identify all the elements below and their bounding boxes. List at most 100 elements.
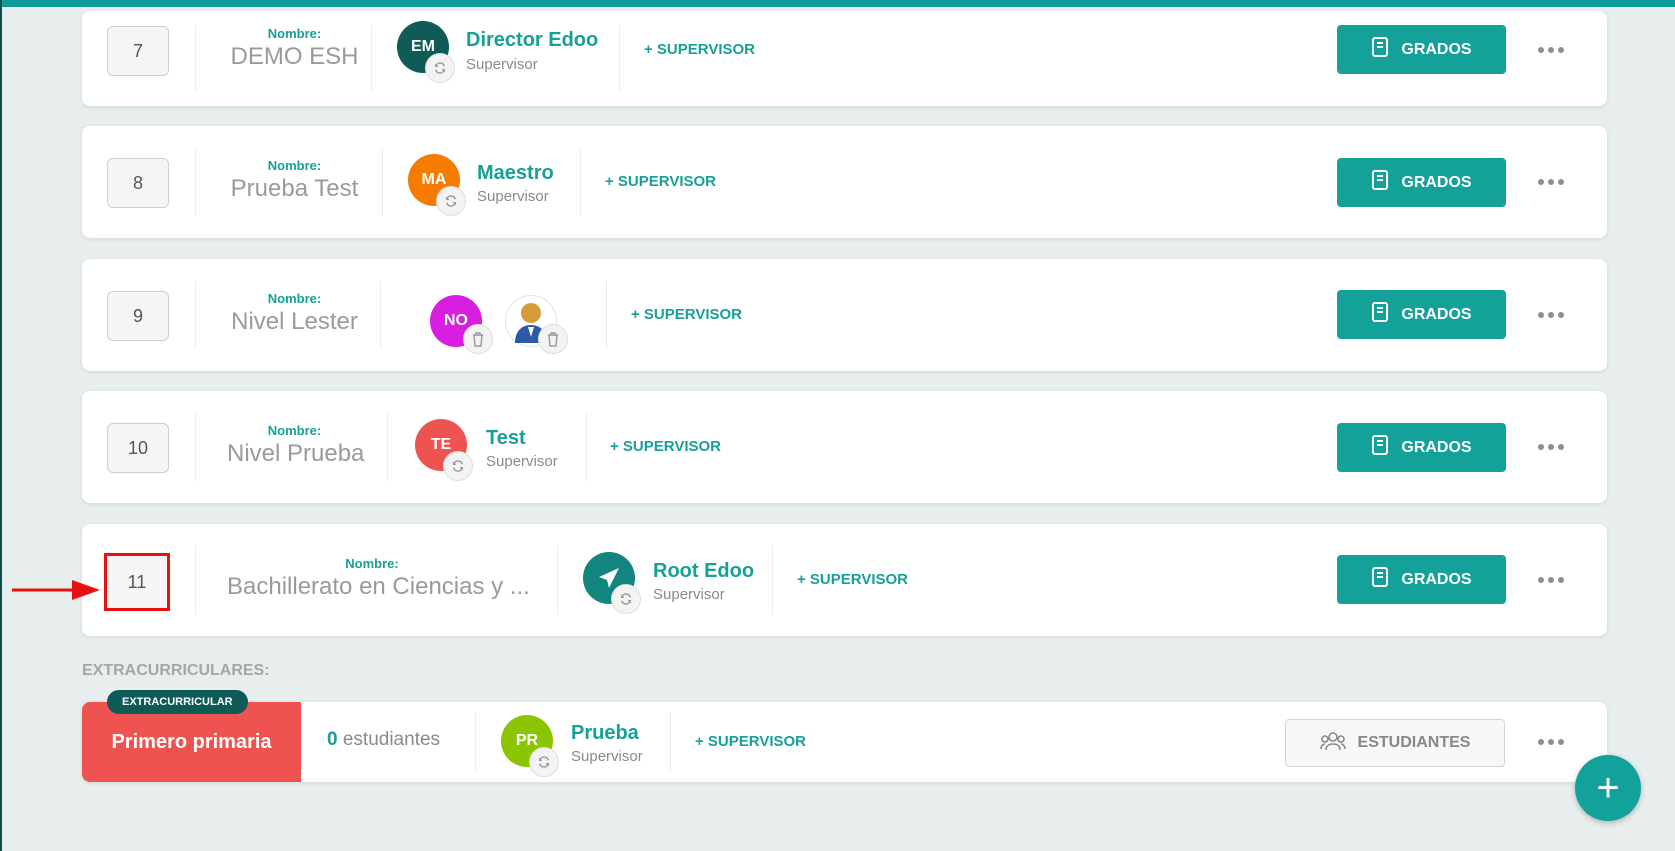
divider — [195, 26, 196, 91]
grados-label: GRADOS — [1401, 570, 1472, 588]
level-name[interactable]: Prueba Test — [227, 175, 362, 203]
level-name-block: Nombre: DEMO ESH — [227, 26, 362, 71]
supervisor-role: Supervisor — [571, 748, 643, 765]
annotation-arrow-icon — [12, 580, 100, 600]
level-name-block: Nombre: Bachillerato en Ciencias y ... — [227, 556, 530, 601]
trash-icon[interactable] — [538, 324, 568, 354]
grados-button[interactable]: GRADOS — [1337, 555, 1506, 604]
sync-icon[interactable] — [611, 584, 641, 614]
divider — [670, 712, 671, 772]
order-field[interactable]: 10 — [107, 423, 169, 473]
level-name[interactable]: DEMO ESH — [227, 43, 362, 71]
supervisor-role: Supervisor — [486, 453, 558, 470]
estudiantes-label: ESTUDIANTES — [1357, 734, 1471, 751]
grados-button[interactable]: GRADOS — [1337, 290, 1506, 339]
divider — [195, 148, 196, 216]
extracurricular-card: Primero primaria EXTRACURRICULAR 0 estud… — [82, 690, 1607, 782]
level-card-8: 8 Nombre: Prueba Test MA Maestro Supervi… — [82, 126, 1607, 238]
divider — [195, 281, 196, 349]
sync-icon[interactable] — [443, 451, 473, 481]
level-name-block: Nombre: Nivel Lester — [227, 291, 362, 336]
more-icon[interactable] — [1538, 45, 1568, 55]
top-bar — [2, 0, 1675, 7]
sync-icon[interactable] — [436, 186, 466, 216]
group-icon — [1319, 731, 1346, 756]
more-icon[interactable] — [1538, 177, 1568, 187]
name-label: Nombre: — [267, 423, 322, 438]
order-field[interactable]: 9 — [107, 291, 169, 341]
name-label: Nombre: — [345, 556, 399, 571]
estudiantes-button[interactable]: ESTUDIANTES — [1285, 719, 1505, 767]
name-label: Nombre: — [267, 158, 322, 173]
supervisor-name[interactable]: Test — [486, 427, 526, 450]
divider — [195, 413, 196, 481]
add-supervisor-button[interactable]: + SUPERVISOR — [797, 571, 908, 588]
supervisor-role: Supervisor — [477, 188, 549, 205]
level-name-block: Nombre: Nivel Prueba — [227, 423, 364, 468]
add-supervisor-button[interactable]: + SUPERVISOR — [644, 41, 755, 58]
level-name[interactable]: Nivel Prueba — [227, 440, 364, 468]
sync-icon[interactable] — [425, 53, 455, 83]
order-field[interactable]: 8 — [107, 158, 169, 208]
divider — [195, 546, 196, 614]
add-fab-button[interactable]: + — [1575, 755, 1641, 821]
trash-icon[interactable] — [463, 324, 493, 354]
grados-label: GRADOS — [1401, 305, 1472, 323]
supervisor-role: Supervisor — [653, 586, 725, 603]
divider — [371, 26, 372, 91]
student-count: 0 estudiantes — [327, 729, 440, 751]
divider — [380, 281, 381, 349]
more-icon[interactable] — [1538, 575, 1568, 585]
supervisor-name[interactable]: Prueba — [571, 722, 639, 745]
divider — [382, 148, 383, 216]
supervisor-name[interactable]: Root Edoo — [653, 560, 754, 583]
grados-button[interactable]: GRADOS — [1337, 25, 1506, 74]
section-title-extracurriculares: EXTRACURRICULARES: — [82, 662, 270, 679]
add-supervisor-button[interactable]: + SUPERVISOR — [605, 173, 716, 190]
divider — [387, 413, 388, 481]
divider — [475, 712, 476, 772]
grados-label: GRADOS — [1401, 438, 1472, 456]
level-card-11: 11 Nombre: Bachillerato en Ciencias y ..… — [82, 524, 1607, 636]
grados-button[interactable]: GRADOS — [1337, 158, 1506, 207]
level-name[interactable]: Nivel Lester — [227, 308, 362, 336]
add-supervisor-button[interactable]: + SUPERVISOR — [631, 306, 742, 323]
student-count-label: estudiantes — [342, 729, 441, 750]
book-icon — [1371, 170, 1389, 195]
extracurricular-tag: EXTRACURRICULAR — [107, 690, 248, 714]
divider — [580, 148, 581, 216]
supervisor-name[interactable]: Maestro — [477, 162, 554, 185]
level-card-9: 9 Nombre: Nivel Lester NO + SUPERVISOR G… — [82, 259, 1607, 371]
divider — [557, 546, 558, 614]
name-label: Nombre: — [267, 291, 322, 306]
supervisor-name[interactable]: Director Edoo — [466, 29, 598, 52]
divider — [606, 281, 607, 349]
divider — [772, 546, 773, 614]
more-icon[interactable] — [1538, 310, 1568, 320]
supervisor-role: Supervisor — [466, 56, 538, 73]
book-icon — [1371, 435, 1389, 460]
divider — [586, 413, 587, 481]
grados-button[interactable]: GRADOS — [1337, 423, 1506, 472]
order-field[interactable]: 11 — [104, 553, 170, 611]
level-name-block: Nombre: Prueba Test — [227, 158, 362, 203]
level-name[interactable]: Bachillerato en Ciencias y ... — [227, 573, 530, 601]
grados-label: GRADOS — [1401, 173, 1472, 191]
level-card-10: 10 Nombre: Nivel Prueba TE Test Supervis… — [82, 391, 1607, 503]
divider — [619, 26, 620, 91]
sync-icon[interactable] — [529, 747, 559, 777]
more-icon[interactable] — [1538, 737, 1568, 747]
add-supervisor-button[interactable]: + SUPERVISOR — [610, 438, 721, 455]
add-supervisor-button[interactable]: + SUPERVISOR — [695, 733, 806, 750]
student-count-value: 0 — [327, 729, 338, 750]
more-icon[interactable] — [1538, 442, 1568, 452]
extracurricular-title: Primero primaria — [111, 730, 272, 753]
book-icon — [1371, 302, 1389, 327]
level-card-7: 7 Nombre: DEMO ESH EM Director Edoo Supe… — [82, 11, 1607, 106]
name-label: Nombre: — [267, 26, 322, 41]
order-field[interactable]: 7 — [107, 26, 169, 76]
book-icon — [1371, 37, 1389, 62]
book-icon — [1371, 567, 1389, 592]
grados-label: GRADOS — [1401, 40, 1472, 58]
extracurricular-title-block[interactable]: Primero primaria — [82, 702, 301, 782]
